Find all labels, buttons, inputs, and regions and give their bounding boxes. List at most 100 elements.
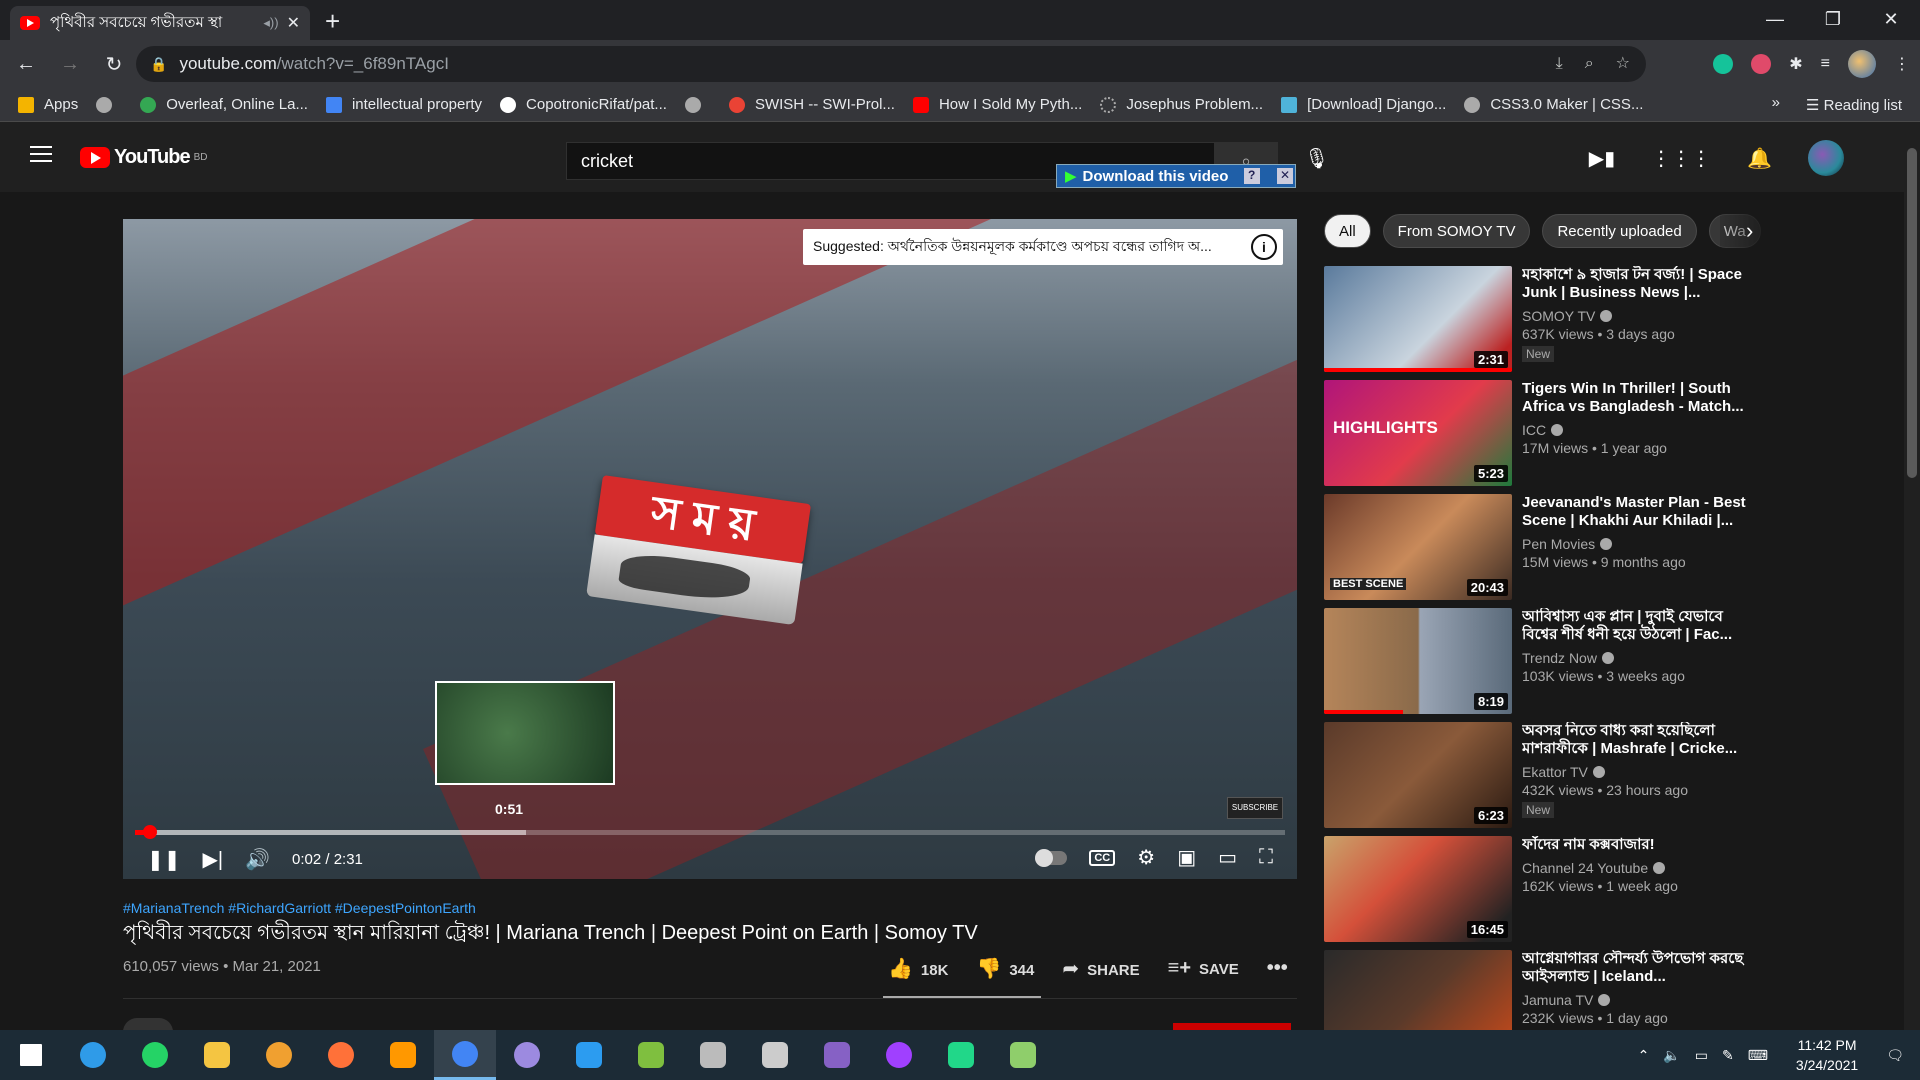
autoplay-toggle[interactable] <box>1035 848 1068 867</box>
network-icon[interactable]: ▭ <box>1695 1047 1708 1064</box>
mic-icon[interactable]: 🎙 <box>1304 146 1329 171</box>
media-control-icon[interactable]: ≡ <box>1821 55 1830 73</box>
youtube-logo[interactable]: YouTube BD <box>80 146 207 169</box>
channel-name[interactable]: ICC <box>1522 422 1758 438</box>
recommended-video[interactable]: 6:23 অবসর নিতে বাধ্য করা হয়েছিলো মাশরাফী… <box>1324 722 1764 836</box>
save-button[interactable]: ≡+ SAVE <box>1168 957 1239 980</box>
download-video-button[interactable]: ▶ Download this video ? ✕ <box>1056 164 1296 188</box>
close-icon[interactable]: ✕ <box>1276 168 1293 184</box>
bookmark-apps[interactable]: Apps <box>18 96 78 113</box>
share-button[interactable]: ➦ SHARE <box>1062 956 1139 981</box>
chevron-up-icon[interactable]: ⌃ <box>1638 1047 1650 1064</box>
more-actions-icon[interactable]: ••• <box>1267 957 1288 980</box>
video-thumbnail[interactable]: 8:19 <box>1324 608 1512 714</box>
channel-name[interactable]: Pen Movies <box>1522 536 1758 552</box>
speaker-icon[interactable]: 🔈 <box>1663 1047 1680 1064</box>
reload-button[interactable]: ↻ <box>96 52 132 77</box>
pause-icon[interactable]: ❚❚ <box>147 847 181 872</box>
bookmark-globe[interactable] <box>96 96 122 113</box>
video-thumbnail[interactable]: 16:45 <box>1324 836 1512 942</box>
restore-button[interactable]: ❐ <box>1804 0 1862 40</box>
channel-name[interactable]: SOMOY TV <box>1522 308 1758 324</box>
pen-icon[interactable]: ✎ <box>1722 1047 1734 1064</box>
extension-icon[interactable] <box>1751 54 1772 74</box>
video-title[interactable]: মহাকাশে ৯ হাজার টন বর্জ্য! | Space Junk … <box>1522 266 1758 302</box>
close-tab-icon[interactable]: ✕ <box>287 13 300 33</box>
recommended-video[interactable]: HIGHLIGHTS 5:23 Tigers Win In Thriller! | … <box>1324 380 1764 494</box>
video-title[interactable]: আগ্নেয়াগারর সৌন্দর্য্য উপভোগ করছে আইসল্… <box>1522 950 1758 986</box>
chip-from-somoy-tv[interactable]: From SOMOY TV <box>1382 214 1531 248</box>
back-button[interactable]: ← <box>8 53 44 76</box>
install-icon[interactable]: ⤓ <box>1556 46 1563 82</box>
captions-icon[interactable]: CC <box>1089 849 1116 866</box>
chip-all[interactable]: All <box>1324 214 1371 248</box>
zoom-icon[interactable]: ⌕ <box>1585 46 1594 82</box>
new-tab-button[interactable]: + <box>325 6 340 37</box>
speaker-icon[interactable]: ◂)) <box>263 15 278 31</box>
pycharm-icon[interactable] <box>930 1030 992 1080</box>
create-video-icon[interactable]: ▶▮ <box>1589 146 1615 171</box>
brave-icon[interactable] <box>248 1030 310 1080</box>
bookmark-swish[interactable]: SWISH -- SWI-Prol... <box>728 96 895 113</box>
chevron-right-icon[interactable]: › <box>1746 218 1753 244</box>
video-thumbnail[interactable]: 6:23 <box>1324 722 1512 828</box>
lock-icon[interactable]: 🔒 <box>150 56 167 73</box>
notifications-bell-icon[interactable]: 🔔 <box>1747 146 1772 171</box>
app-icon-3[interactable] <box>744 1030 806 1080</box>
visual-studio-icon[interactable] <box>806 1030 868 1080</box>
bookmark-overleaf[interactable]: Overleaf, Online La... <box>140 96 308 113</box>
bookmarks-overflow-icon[interactable]: » <box>1772 94 1780 111</box>
miniplayer-icon[interactable]: ▣ <box>1177 845 1196 870</box>
video-thumbnail[interactable]: 2:31 <box>1324 266 1512 372</box>
bookmark-josephus[interactable]: Josephus Problem... <box>1100 96 1263 113</box>
notifications-icon[interactable]: 🗨 <box>1886 1047 1904 1064</box>
recommended-video[interactable]: 2:31 মহাকাশে ৯ হাজার টন বর্জ্য! | Space J… <box>1324 266 1764 380</box>
vscode-icon[interactable] <box>558 1030 620 1080</box>
channel-name[interactable]: Jamuna TV <box>1522 992 1758 1008</box>
search-icon[interactable] <box>62 1030 124 1080</box>
file-explorer-icon[interactable] <box>186 1030 248 1080</box>
avatar[interactable] <box>1808 140 1844 176</box>
subscribe-watermark[interactable]: SUBSCRIBE <box>1227 797 1283 819</box>
channel-name[interactable]: Trendz Now <box>1522 650 1758 666</box>
extensions-puzzle-icon[interactable]: ✱ <box>1789 54 1802 74</box>
dislike-button[interactable]: 👎 344 <box>976 956 1034 981</box>
bookmark-globe-2[interactable] <box>684 96 711 113</box>
bookmark-youtube[interactable]: How I Sold My Pyth... <box>912 96 1082 113</box>
progress-bar[interactable] <box>135 825 1285 839</box>
messenger-icon[interactable] <box>868 1030 930 1080</box>
video-title[interactable]: Tigers Win In Thriller! | South Africa v… <box>1522 380 1758 416</box>
chrome-menu-icon[interactable]: ⋮ <box>1894 54 1910 74</box>
browser-tab[interactable]: পৃথিবীর সবচেয়ে গভীরতম স্থা ◂)) ✕ <box>10 6 310 40</box>
address-bar[interactable]: 🔒 youtube.com/watch?v=_6f89nTAgcI ⤓ ⌕ ☆ <box>136 46 1646 82</box>
reading-list[interactable]: ☰ Reading list <box>1806 96 1902 114</box>
help-icon[interactable]: ? <box>1243 168 1260 184</box>
github-icon[interactable] <box>496 1030 558 1080</box>
hashtags[interactable]: #MarianaTrench #RichardGarriott #Deepest… <box>123 900 476 916</box>
info-icon[interactable]: i <box>1251 234 1277 260</box>
minimize-button[interactable]: — <box>1746 0 1804 40</box>
recommended-video[interactable]: 8:19 আবিশ্বাস্য এক প্লান | দুবাই যেভাবে ব… <box>1324 608 1764 722</box>
video-title[interactable]: ফাঁদের নাম কক্সবাজার! <box>1522 836 1758 854</box>
clock[interactable]: 11:42 PM 3/24/2021 <box>1796 1035 1858 1075</box>
keyboard-icon[interactable]: ⌨ <box>1748 1047 1768 1064</box>
bookmark-css-maker[interactable]: CSS3.0 Maker | CSS... <box>1464 96 1643 113</box>
apps-grid-icon[interactable]: ⋮⋮⋮ <box>1651 146 1711 171</box>
whatsapp-icon[interactable] <box>124 1030 186 1080</box>
video-player[interactable]: স ম য় Suggested: অর্থনৈতিক উন্নয়নমূলক … <box>123 219 1297 879</box>
video-title[interactable]: Jeevanand's Master Plan - Best Scene | K… <box>1522 494 1758 530</box>
video-title[interactable]: অবসর নিতে বাধ্য করা হয়েছিলো মাশরাফীকে |… <box>1522 722 1758 758</box>
bookmark-django[interactable]: [Download] Django... <box>1281 96 1446 113</box>
recommended-video[interactable]: 16:45 ফাঁদের নাম কক্সবাজার! Channel 24 You… <box>1324 836 1764 950</box>
bookmark-intellectual-property[interactable]: intellectual property <box>325 96 482 113</box>
suggested-video-card[interactable]: Suggested: অর্থনৈতিক উন্নয়নমূলক কর্মকাণ… <box>803 229 1283 265</box>
fullscreen-icon[interactable]: ⛶ <box>1259 846 1273 869</box>
theater-mode-icon[interactable]: ▭ <box>1218 845 1237 870</box>
chip-recently-uploaded[interactable]: Recently uploaded <box>1542 214 1697 248</box>
star-icon[interactable]: ☆ <box>1616 46 1630 82</box>
settings-gear-icon[interactable]: ⚙ <box>1137 845 1155 870</box>
menu-icon[interactable] <box>30 146 52 167</box>
close-window-button[interactable]: ✕ <box>1862 0 1920 40</box>
app-icon-2[interactable] <box>682 1030 744 1080</box>
channel-name[interactable]: Ekattor TV <box>1522 764 1758 780</box>
